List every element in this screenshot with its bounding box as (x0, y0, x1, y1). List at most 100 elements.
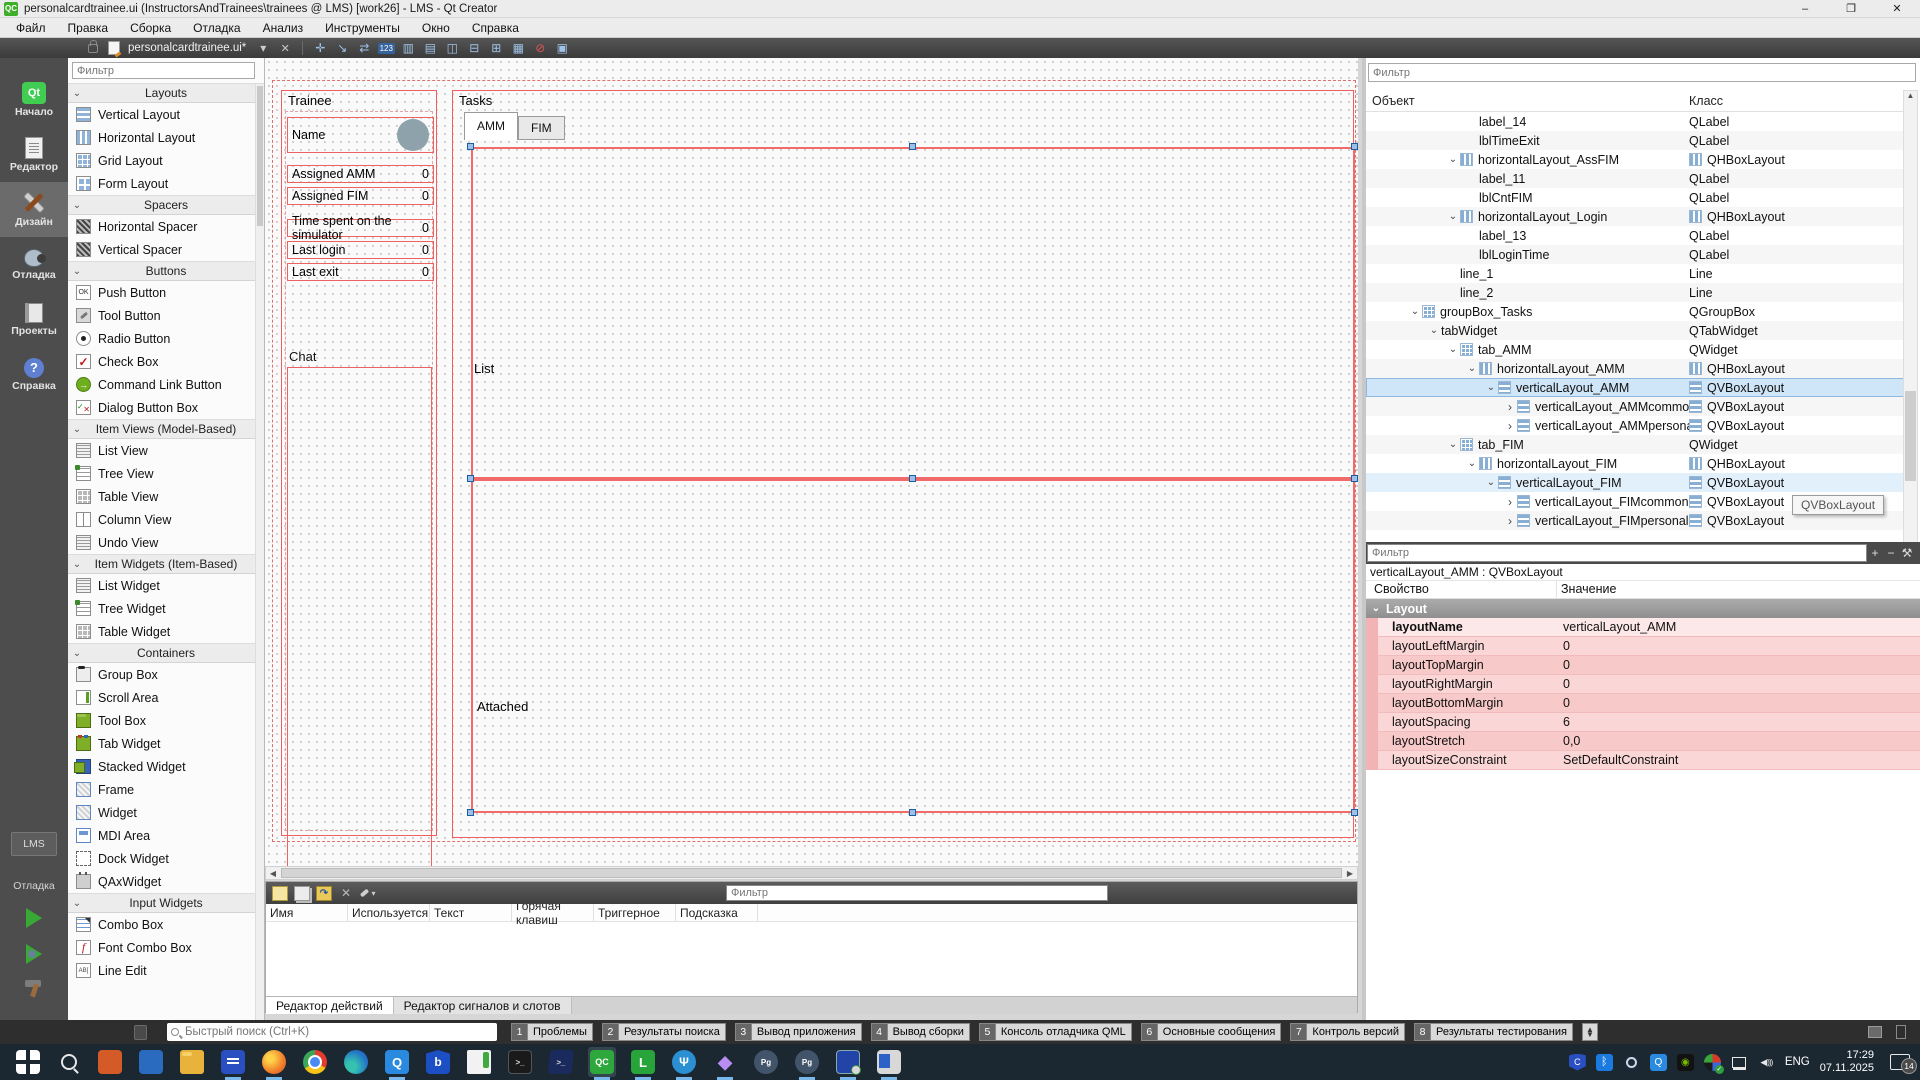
widget-item[interactable]: Tool Box (68, 709, 264, 732)
menu-item[interactable]: Анализ (253, 19, 314, 37)
progress-icon[interactable] (1868, 1026, 1882, 1038)
taskbar-app-icon[interactable] (875, 1047, 903, 1077)
menu-item[interactable]: Файл (6, 19, 56, 37)
tree-row[interactable]: verticalLayout_AMMpersonal QVBoxLayout (1366, 416, 1906, 435)
quick-search-box[interactable] (167, 1023, 497, 1041)
expander-icon[interactable] (1503, 419, 1517, 433)
tree-row[interactable]: verticalLayout_AMMcommon QVBoxLayout (1366, 397, 1906, 416)
open-document-selector[interactable]: personalcardtrainee.ui* (128, 42, 246, 54)
scrollbar-thumb[interactable] (281, 868, 1342, 878)
info-row-widget[interactable]: Assigned FIM 0 (287, 187, 434, 205)
value-column-header[interactable]: Значение (1557, 581, 1620, 598)
canvas-horizontal-scrollbar[interactable]: ◀ ▶ (265, 866, 1358, 880)
tray-icon[interactable] (1677, 1054, 1694, 1071)
taskbar-app-icon[interactable] (342, 1047, 370, 1077)
action-toolbar-icon[interactable] (338, 886, 354, 901)
info-row-widget[interactable]: Assigned AMM 0 (287, 165, 434, 183)
taskbar-app-icon[interactable] (547, 1047, 575, 1077)
designer-tool-icon[interactable] (508, 39, 528, 57)
tree-row[interactable]: line_2 Line (1366, 283, 1906, 302)
widget-item[interactable]: Scroll Area (68, 686, 264, 709)
tasks-group-box[interactable]: Tasks AMMFIM List Attached (452, 90, 1354, 838)
mode-item[interactable]: Дизайн (0, 182, 68, 237)
expander-icon[interactable] (1446, 211, 1460, 222)
mode-item[interactable]: Начало (0, 72, 68, 127)
sidebar-toggle-icon[interactable] (1896, 1025, 1906, 1039)
widget-item[interactable]: Check Box (68, 350, 264, 373)
designer-tool-icon[interactable] (464, 39, 484, 57)
widget-section-header[interactable]: ⌄ Layouts (68, 83, 264, 103)
language-indicator[interactable]: ENG (1785, 1056, 1810, 1068)
property-value[interactable]: 0 (1557, 675, 1920, 694)
run-button[interactable] (26, 908, 42, 928)
widget-item[interactable]: Font Combo Box (68, 936, 264, 959)
mode-item[interactable]: Редактор (0, 127, 68, 182)
mode-item[interactable]: Справка (0, 347, 68, 402)
action-filter-input[interactable] (726, 885, 1108, 901)
lock-icon[interactable] (88, 44, 98, 53)
widget-section-header[interactable]: ⌄ Spacers (68, 195, 264, 215)
taskbar-app-icon[interactable] (14, 1047, 42, 1077)
designer-tool-icon[interactable] (530, 39, 550, 57)
remove-property-icon[interactable]: − (1883, 544, 1899, 562)
expander-icon[interactable] (1503, 495, 1517, 509)
selection-handle[interactable] (1351, 475, 1358, 482)
widget-item[interactable]: Column View (68, 508, 264, 531)
widget-filter-input[interactable] (72, 62, 255, 79)
expander-icon[interactable] (1484, 477, 1498, 488)
widget-item[interactable]: QAxWidget (68, 870, 264, 893)
action-toolbar-icon[interactable] (316, 886, 332, 901)
taskbar-app-icon[interactable] (670, 1047, 698, 1077)
taskbar-app-icon[interactable] (383, 1047, 411, 1077)
taskbar-app-icon[interactable] (834, 1047, 862, 1077)
panel-expand-toggle[interactable]: ▲▼ (1582, 1023, 1598, 1041)
scroll-right-icon[interactable]: ▶ (1343, 869, 1357, 878)
property-row[interactable]: layoutName verticalLayout_AMM (1366, 618, 1920, 637)
designer-tool-icon[interactable] (398, 39, 418, 57)
action-column-header[interactable]: Используется (348, 904, 430, 921)
scroll-left-icon[interactable]: ◀ (266, 869, 280, 878)
action-column-header[interactable]: Имя (266, 904, 348, 921)
taskbar-app-icon[interactable] (260, 1047, 288, 1077)
property-value[interactable]: 0 (1557, 656, 1920, 675)
property-section-header[interactable]: ⌄ Layout (1366, 599, 1920, 618)
notification-center-icon[interactable]: 14 (1890, 1054, 1910, 1070)
taskbar-app-icon[interactable] (588, 1047, 616, 1077)
tree-row[interactable]: horizontalLayout_Login QHBoxLayout (1366, 207, 1906, 226)
tray-icon[interactable] (1650, 1054, 1667, 1071)
action-toolbar-icon[interactable] (272, 886, 288, 901)
widget-item[interactable]: Tab Widget (68, 732, 264, 755)
taskbar-app-icon[interactable] (465, 1047, 493, 1077)
property-value[interactable]: 0,0 (1557, 732, 1920, 751)
form-editor-canvas[interactable]: Trainee Name Assigned AMM 0 Assigned FIM… (265, 58, 1358, 866)
designer-tool-icon[interactable] (442, 39, 462, 57)
property-column-header[interactable]: Свойство (1366, 581, 1557, 598)
widget-item[interactable]: Line Edit (68, 959, 264, 982)
widget-item[interactable]: Grid Layout (68, 149, 264, 172)
widget-item[interactable]: Table View (68, 485, 264, 508)
tree-row[interactable]: verticalLayout_FIM QVBoxLayout (1366, 473, 1906, 492)
name-widget[interactable]: Name (287, 117, 434, 153)
widget-section-header[interactable]: ⌄ Buttons (68, 261, 264, 281)
output-panel-button[interactable]: 6 Основные сообщения (1141, 1023, 1282, 1041)
quick-search-input[interactable] (183, 1025, 493, 1039)
object-inspector-filter-input[interactable] (1368, 63, 1916, 82)
trainee-group-box[interactable]: Trainee Name Assigned AMM 0 Assigned FIM… (281, 90, 437, 836)
widget-item[interactable]: Push Button (68, 281, 264, 304)
menu-item[interactable]: Отладка (183, 19, 250, 37)
property-row[interactable]: layoutStretch 0,0 (1366, 732, 1920, 751)
tray-icon[interactable] (1569, 1054, 1586, 1071)
widget-item[interactable]: Widget (68, 801, 264, 824)
action-toolbar-icon[interactable] (294, 886, 310, 901)
property-value[interactable]: 6 (1557, 713, 1920, 732)
menu-item[interactable]: Справка (462, 19, 529, 37)
tree-row[interactable]: line_1 Line (1366, 264, 1906, 283)
widget-item[interactable]: Tree Widget (68, 597, 264, 620)
action-toolbar-icon[interactable] (360, 886, 376, 901)
tasks-tab[interactable]: FIM (518, 116, 565, 140)
action-column-header[interactable]: Текст (430, 904, 512, 921)
property-value[interactable]: 0 (1557, 694, 1920, 713)
taskbar-app-icon[interactable] (55, 1047, 83, 1077)
selection-handle[interactable] (909, 475, 916, 482)
feedback-icon[interactable] (134, 1025, 147, 1040)
